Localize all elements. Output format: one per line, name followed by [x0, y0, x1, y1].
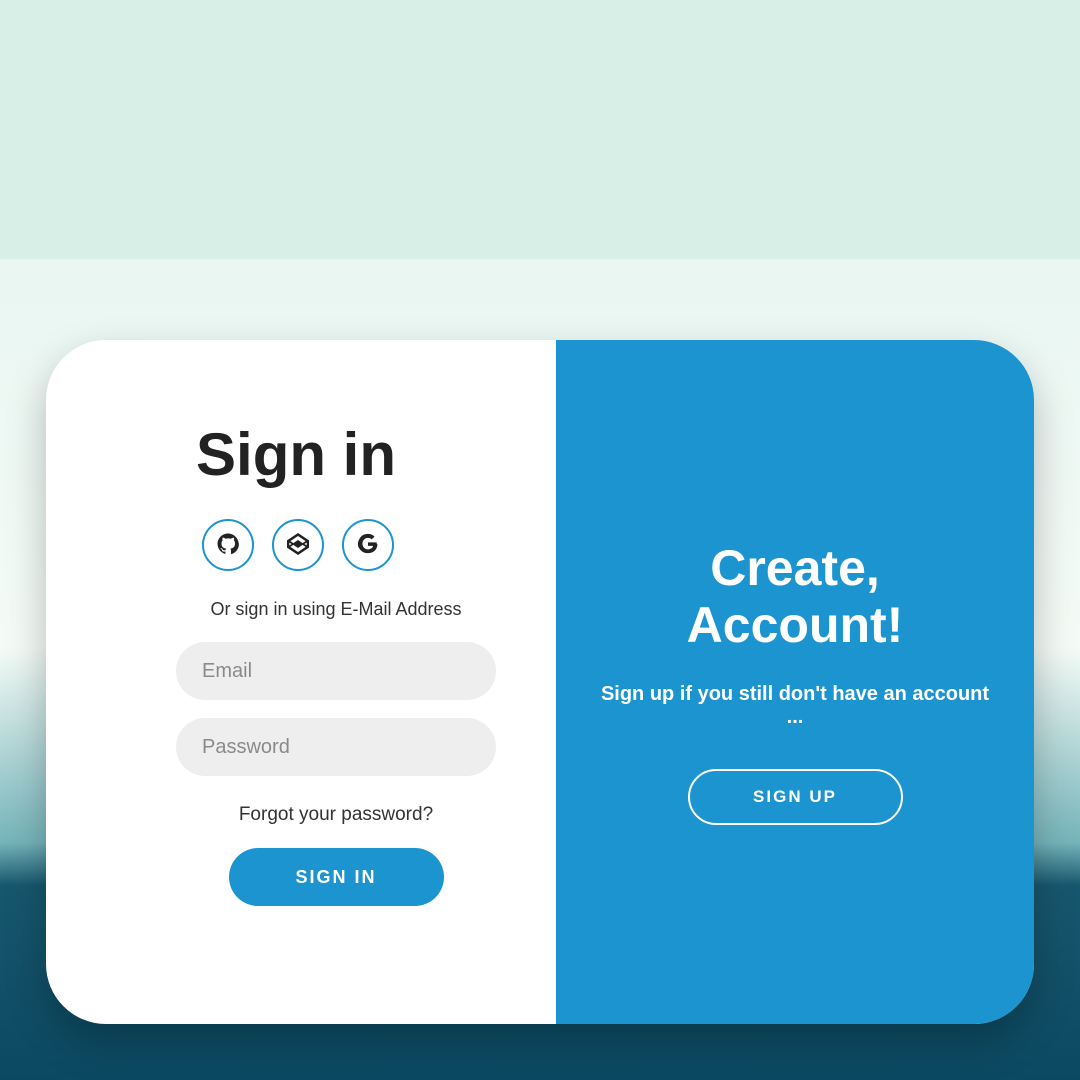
google-login-button[interactable] [342, 519, 394, 571]
signup-panel: Create, Account! Sign up if you still do… [556, 340, 1034, 1024]
codepen-login-button[interactable] [272, 519, 324, 571]
signup-button[interactable]: SIGN UP [688, 769, 903, 825]
signin-button[interactable]: SIGN IN [229, 848, 444, 906]
social-login-row [202, 519, 394, 571]
google-icon [357, 533, 379, 558]
forgot-password-link[interactable]: Forgot your password? [239, 804, 433, 826]
signup-title: Create, Account! [596, 540, 994, 655]
password-field[interactable] [176, 718, 496, 776]
codepen-icon [287, 533, 309, 558]
signin-panel: Sign in Or sign in using E-Mail Address [46, 340, 556, 1024]
github-icon [217, 533, 239, 558]
auth-card: Sign in Or sign in using E-Mail Address [46, 340, 1034, 1024]
email-field[interactable] [176, 642, 496, 700]
github-login-button[interactable] [202, 519, 254, 571]
signin-title: Sign in [196, 420, 396, 489]
signup-subtitle: Sign up if you still don't have an accou… [596, 683, 994, 729]
or-divider-text: Or sign in using E-Mail Address [210, 599, 461, 620]
